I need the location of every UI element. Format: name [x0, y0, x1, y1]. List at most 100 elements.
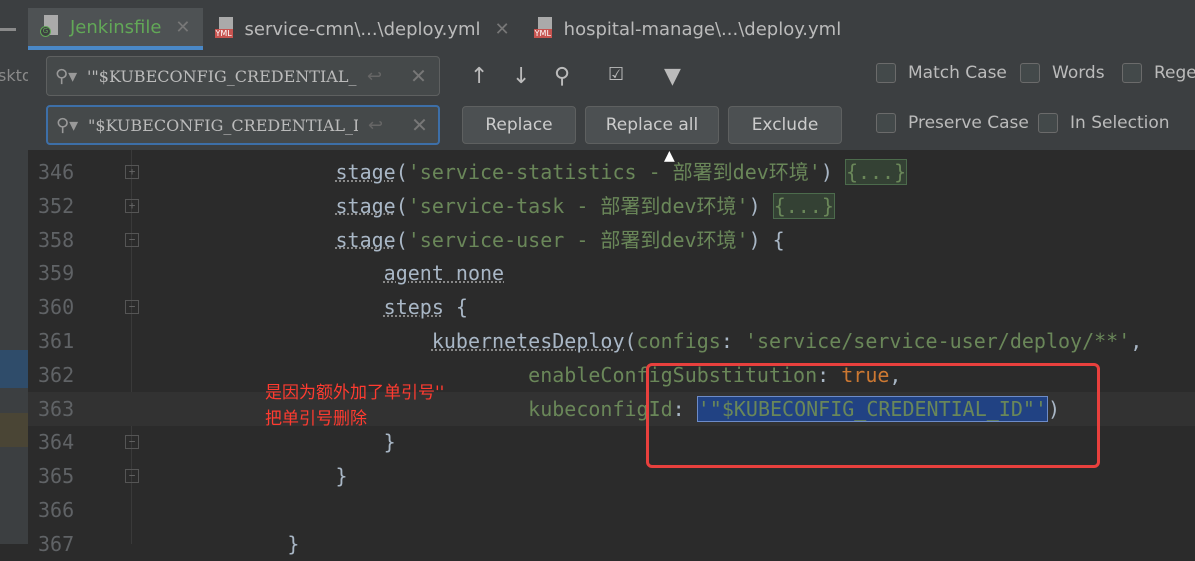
code-token: ) { — [748, 227, 785, 252]
left-panel-selection — [0, 350, 28, 388]
regex-checkbox[interactable]: Rege — [1122, 63, 1195, 83]
fold-collapse-icon[interactable]: − — [125, 469, 139, 484]
find-replace-bar: ⚲▾ ↩ ✕ ⚲▾ ↩ ✕ ↑ ↓ ⚲ ☑ ▼ Replace Replace … — [28, 50, 1195, 150]
tab-label: hospital-manage\...\deploy.yml — [563, 18, 842, 40]
code-line[interactable]: 361 kubernetesDeploy(configs: 'service/s… — [28, 324, 1195, 358]
code-token: {...} — [844, 159, 908, 185]
editor-tabs: G Jenkinsfile ✕ YML service-cmn\...\depl… — [28, 8, 1195, 50]
yml-file-icon: YML — [533, 17, 556, 41]
code-token: configs — [636, 329, 721, 353]
tab-jenkinsfile[interactable]: G Jenkinsfile ✕ — [28, 8, 203, 50]
code-text: stage('service-user - 部署到dev环境') { — [191, 223, 785, 257]
select-all-occurrences-icon[interactable]: ⚲ — [554, 64, 570, 89]
code-token: stage — [335, 193, 396, 218]
match-case-checkbox[interactable]: Match Case — [876, 63, 1007, 83]
line-number: 363 — [38, 396, 75, 421]
groovy-file-icon: G — [40, 15, 62, 39]
code-token: ) — [748, 193, 773, 218]
annotation-note: 是因为额外加了单引号'' 把单引号删除 — [265, 383, 445, 429]
line-number: 361 — [38, 329, 75, 353]
line-number: 352 — [38, 193, 75, 218]
line-number: 346 — [38, 160, 75, 184]
code-editor[interactable]: 346 + stage('service-statistics - 部署到dev环… — [28, 150, 1195, 556]
code-text: agent none — [191, 256, 504, 290]
left-panel: skto — [0, 8, 32, 544]
left-panel-marker — [0, 413, 28, 447]
code-token: 'service-task - 部署到dev环境' — [407, 193, 749, 218]
tab-service-cmn-deploy[interactable]: YML service-cmn\...\deploy.yml ✕ — [203, 8, 522, 50]
code-line[interactable]: 360 − steps { — [28, 290, 1195, 324]
window-top-bar — [0, 0, 1195, 8]
code-text: } — [191, 459, 348, 493]
code-token: kubernetesDeploy — [431, 329, 625, 353]
tab-hospital-manage-deploy[interactable]: YML hospital-manage\...\deploy.yml — [522, 8, 854, 50]
search-icon[interactable]: ⚲▾ — [56, 115, 88, 136]
code-line[interactable]: 358 − stage('service-user - 部署到dev环境') { — [28, 223, 1195, 257]
left-panel-label: skto — [0, 66, 32, 85]
fold-expand-icon[interactable]: + — [125, 198, 139, 213]
close-icon[interactable]: ✕ — [175, 17, 190, 38]
replace-all-button[interactable]: Replace all — [585, 106, 719, 144]
code-token: ) — [820, 160, 845, 184]
code-token: ( — [395, 160, 408, 184]
code-token: {...} — [772, 192, 835, 219]
fold-collapse-icon[interactable]: − — [125, 300, 139, 315]
code-line[interactable]: 352 + stage('service-task - 部署到dev环境') {.… — [28, 189, 1195, 223]
preserve-case-checkbox[interactable]: Preserve Case — [876, 113, 1029, 133]
minimize-icon[interactable] — [0, 28, 16, 31]
filter-icon[interactable]: ▼ — [664, 64, 681, 89]
code-token: 'service-statistics - 部署到dev环境' — [407, 160, 821, 184]
highlight-box — [646, 363, 1100, 468]
fold-collapse-icon[interactable]: − — [125, 435, 139, 450]
code-line[interactable]: 366 — [28, 493, 1195, 527]
code-token: ( — [395, 193, 408, 218]
replace-field[interactable]: ⚲▾ ↩ ✕ — [46, 105, 440, 145]
line-number: 364 — [38, 430, 75, 455]
line-number: 359 — [38, 261, 75, 286]
code-token: steps — [383, 295, 444, 320]
tab-label: Jenkinsfile — [70, 16, 162, 38]
code-line[interactable]: 346 + stage('service-statistics - 部署到dev环… — [28, 155, 1195, 189]
search-input[interactable] — [87, 66, 357, 86]
line-number: 358 — [38, 227, 75, 252]
filter-options-icon[interactable]: ☑ — [608, 64, 624, 85]
words-checkbox[interactable]: Words — [1020, 63, 1105, 83]
exclude-button[interactable]: Exclude — [728, 106, 842, 144]
code-text: stage('service-task - 部署到dev环境') {...} — [191, 189, 835, 223]
clear-icon[interactable]: ✕ — [410, 64, 427, 88]
line-number: 360 — [38, 295, 75, 320]
newline-icon[interactable]: ↩ — [368, 115, 383, 136]
code-token: : — [720, 329, 745, 353]
line-number: 365 — [38, 464, 75, 489]
code-token: { — [443, 295, 468, 320]
code-token: ( — [395, 227, 408, 252]
replace-button[interactable]: Replace — [462, 106, 576, 144]
newline-icon[interactable]: ↩ — [367, 66, 382, 87]
line-number: 362 — [38, 362, 75, 387]
search-icon[interactable]: ⚲▾ — [55, 66, 87, 87]
previous-occurrence-icon[interactable]: ↑ — [470, 64, 488, 89]
code-text: kubernetesDeploy(configs: 'service/servi… — [191, 324, 1142, 358]
in-selection-checkbox[interactable]: In Selection — [1038, 113, 1170, 133]
code-line[interactable]: 359 agent none — [28, 256, 1195, 290]
close-icon[interactable]: ✕ — [495, 19, 510, 40]
code-token: 'service/service-user/deploy/**' — [744, 329, 1131, 353]
replace-input[interactable] — [88, 115, 358, 135]
line-number: 366 — [38, 498, 75, 522]
fold-collapse-icon[interactable]: − — [125, 232, 139, 247]
next-occurrence-icon[interactable]: ↓ — [512, 64, 530, 89]
code-token: } — [383, 430, 396, 455]
code-token: stage — [335, 227, 396, 252]
search-field[interactable]: ⚲▾ ↩ ✕ — [46, 56, 440, 96]
code-text: steps { — [191, 290, 468, 324]
fold-expand-icon[interactable]: + — [125, 165, 139, 179]
code-text: stage('service-statistics - 部署到dev环境') {… — [191, 155, 908, 189]
clear-icon[interactable]: ✕ — [411, 113, 428, 137]
